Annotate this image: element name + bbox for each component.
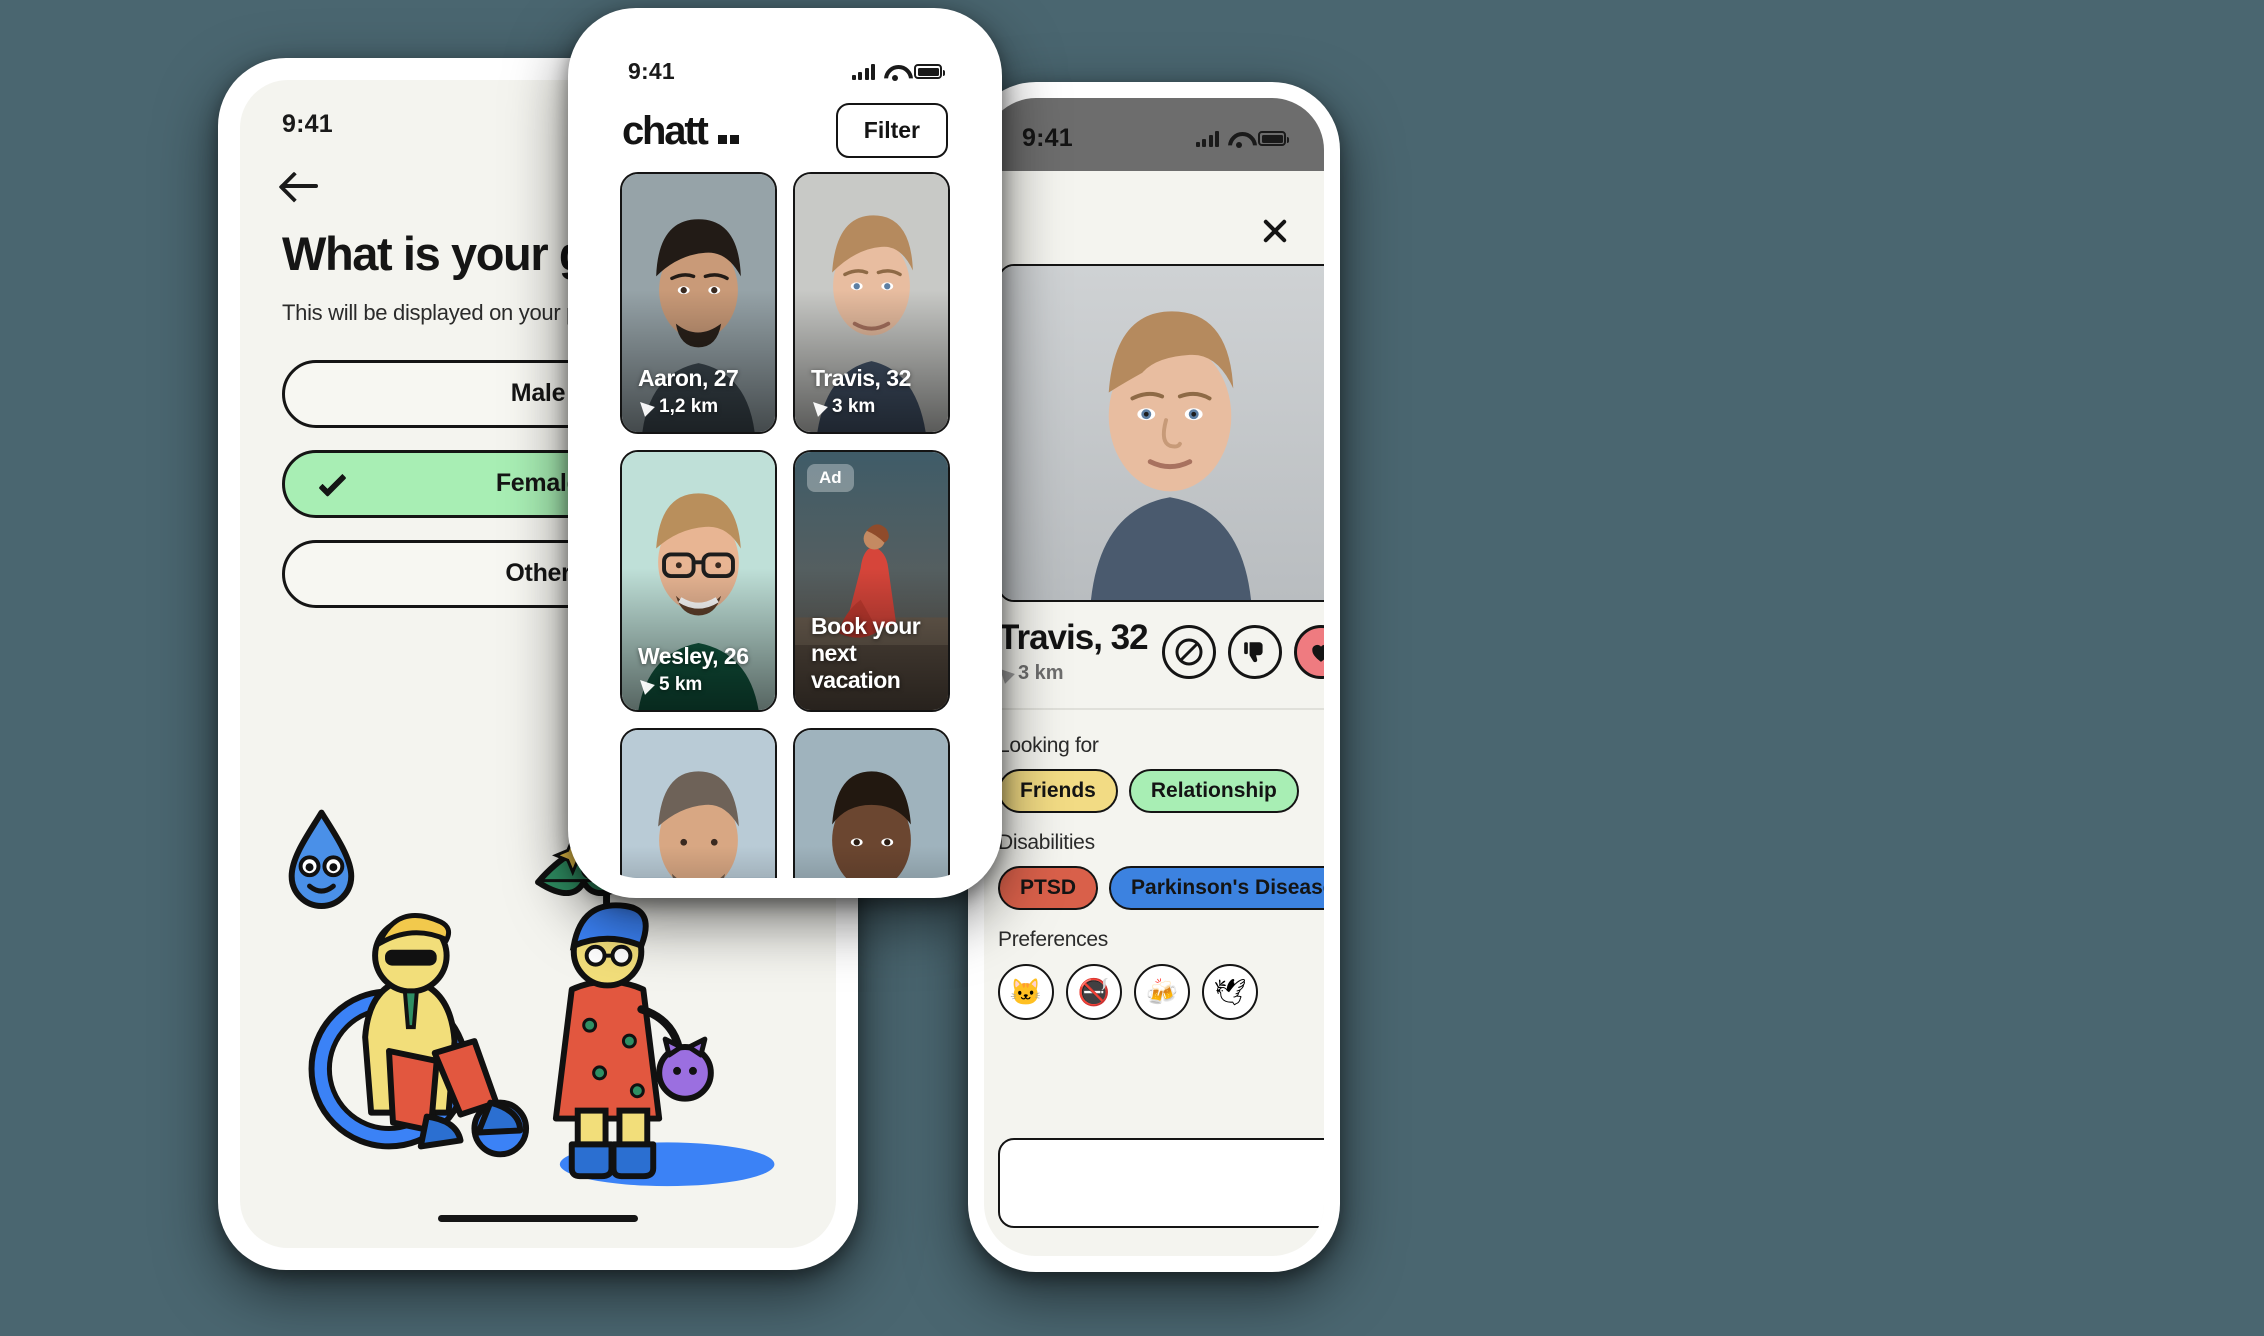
profile-card-aaron[interactable]: Aaron, 27 1,2 km	[620, 172, 777, 434]
signal-icon	[1195, 130, 1219, 147]
card-name: Aaron, 27	[638, 365, 739, 391]
status-icons	[1195, 130, 1289, 148]
profile-card-travis[interactable]: Travis, 32 3 km	[793, 172, 950, 434]
heart-icon	[1312, 644, 1324, 662]
status-bar: 9:41	[984, 98, 1324, 171]
location-arrow-icon	[808, 397, 828, 417]
close-icon[interactable]	[1260, 216, 1290, 246]
app-logo: chatt	[622, 111, 739, 151]
status-time: 9:41	[282, 110, 333, 138]
photo-gradient	[622, 846, 775, 878]
tag-ptsd[interactable]: PTSD	[998, 866, 1099, 910]
section-label: Looking for	[998, 734, 1099, 757]
love-bird-icon[interactable]: 🕊	[1202, 964, 1258, 1020]
ad-badge: Ad	[807, 464, 854, 492]
back-arrow-icon[interactable]	[282, 169, 322, 203]
home-indicator	[438, 1215, 638, 1222]
right-screen: 9:41 Travis, 32 3 km Looking for Friends…	[984, 98, 1324, 1256]
location-arrow-icon	[635, 397, 655, 417]
tag-friends[interactable]: Friends	[998, 769, 1118, 813]
profile-card-6[interactable]	[793, 728, 950, 878]
card-distance: 1,2 km	[635, 396, 738, 418]
profile-card-5[interactable]	[620, 728, 777, 878]
filter-button[interactable]: Filter	[835, 103, 948, 158]
section-preferences: Preferences 🐱 🚭 🍻 🕊	[998, 928, 1324, 1020]
option-label: Other	[505, 559, 571, 588]
section-looking-for: Looking for Friends Relationship	[998, 734, 1324, 813]
profile-grid: Aaron, 27 1,2 km Travis, 32 3 km Wesley,…	[588, 172, 982, 878]
profile-actions	[1162, 624, 1324, 679]
thumbs-down-icon	[1244, 641, 1263, 662]
card-meta: Travis, 32 3 km	[808, 365, 911, 418]
profile-name: Travis, 32	[998, 618, 1149, 657]
battery-icon	[914, 64, 945, 79]
wifi-icon	[884, 64, 905, 81]
card-distance: 5 km	[635, 674, 749, 696]
section-disabilities: Disabilities PTSD Parkinson's Disease	[998, 831, 1324, 910]
wifi-icon	[1228, 131, 1249, 148]
section-label: Disabilities	[998, 831, 1095, 854]
signal-icon	[851, 63, 875, 80]
like-button[interactable]	[1294, 624, 1324, 679]
app-header: chatt Filter	[588, 85, 982, 172]
option-label: Male	[510, 379, 566, 408]
status-icons	[851, 63, 945, 81]
block-icon	[1175, 638, 1203, 665]
block-button[interactable]	[1162, 624, 1216, 679]
ad-title: Book your next vacation	[811, 612, 921, 693]
cat-icon[interactable]: 🐱	[998, 964, 1054, 1020]
check-icon	[318, 468, 347, 497]
profile-distance: 3 km	[995, 662, 1148, 685]
card-meta: Aaron, 27 1,2 km	[635, 365, 739, 418]
profile-details: Looking for Friends Relationship Disabil…	[998, 734, 1324, 1038]
app-logo-text: chatt	[622, 108, 709, 153]
no-smoking-icon[interactable]: 🚭	[1066, 964, 1122, 1020]
status-bar: 9:41	[588, 28, 982, 85]
divider	[998, 708, 1324, 710]
status-time: 9:41	[1022, 124, 1073, 152]
profile-hero-photo	[998, 264, 1324, 602]
tag-parkinsons[interactable]: Parkinson's Disease	[1109, 866, 1324, 910]
section-label: Preferences	[998, 928, 1108, 951]
profile-card-wesley[interactable]: Wesley, 26 5 km	[620, 450, 777, 712]
drinks-icon[interactable]: 🍻	[1134, 964, 1190, 1020]
card-meta: Wesley, 26 5 km	[635, 643, 749, 696]
tag-row: Friends Relationship	[998, 769, 1324, 813]
location-arrow-icon	[635, 675, 655, 695]
photo-gradient	[795, 846, 948, 878]
bottom-panel[interactable]	[998, 1138, 1324, 1228]
status-time: 9:41	[628, 58, 675, 84]
phone-right-profile-detail: 9:41 Travis, 32 3 km Looking for Friends…	[968, 82, 1340, 1272]
logo-dots-icon	[717, 134, 739, 144]
card-distance: 3 km	[808, 396, 911, 418]
tag-row: PTSD Parkinson's Disease	[998, 866, 1324, 910]
profile-header: Travis, 32 3 km	[995, 618, 1324, 685]
scene: 9:41 What is your gender? This will be d…	[0, 0, 2264, 1336]
battery-icon	[1258, 131, 1289, 146]
ad-card[interactable]: Ad Book your next vacation	[793, 450, 950, 712]
preference-row: 🐱 🚭 🍻 🕊	[998, 964, 1324, 1020]
center-screen: 9:41 chatt Filter Aaron, 27 1,2 km Travi…	[588, 28, 982, 878]
card-name: Travis, 32	[811, 365, 911, 391]
tag-relationship[interactable]: Relationship	[1128, 769, 1299, 813]
dislike-button[interactable]	[1228, 624, 1282, 679]
phone-center-feed: 9:41 chatt Filter Aaron, 27 1,2 km Travi…	[568, 8, 1002, 898]
card-name: Wesley, 26	[638, 643, 749, 669]
